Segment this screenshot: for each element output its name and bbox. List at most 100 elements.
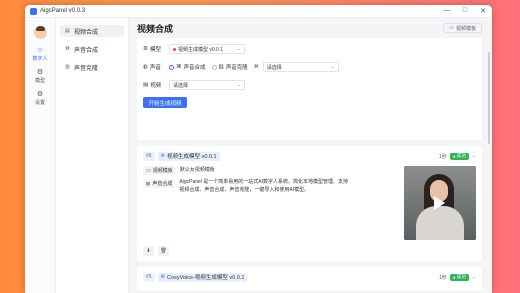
task-card: #6 ⚙ 视频生成模型 v0.0.1 1秒 ● 成功 ⌄ ▭ 视频模板 默认女视… [137,146,482,261]
template-icon: ▭ [449,25,454,31]
check-icon: ● [452,153,456,159]
video-select[interactable]: 请选择 ⌄ [169,80,245,90]
radio-unselected-icon [211,64,217,70]
task-id: #6 [143,151,155,161]
voice-clone-icon: ▥ [218,64,224,70]
template-info-row: ▭ 视频模板 默认女视频模板 [143,166,399,175]
voice-clone-icon: ▥ [65,64,70,70]
model-label: ⚙ 模型 [143,45,169,53]
main-content: 视频合成 ▭ 视频模板 ⚙ 模型 视频生成模型 v0.0.1 ⌄ ◍ 声音 ⌘ … [129,18,492,293]
delete-icon[interactable]: 🗑 [158,246,169,256]
nav-item-model[interactable]: ⚙ 模型 [25,69,55,84]
task-actions: ⬇ 🗑 [143,246,476,256]
window-controls: — □ ✕ [443,7,487,15]
scrollbar[interactable] [488,52,490,144]
video-label: ▤ 视频 [143,81,169,89]
voice-key: ◍ 声音合成 [143,179,176,188]
page-header: 视频合成 ▭ 视频模板 [137,18,482,38]
status-badge: ● 成功 [449,273,469,281]
task-header: #6 ⚙ 视频生成模型 v0.0.1 1秒 ● 成功 ⌄ [143,151,476,161]
template-icon: ▭ [146,167,151,174]
template-key-label: 视频模板 [152,168,173,174]
model-row: ⚙ 模型 视频生成模型 v0.0.1 ⌄ [143,43,476,55]
close-icon[interactable]: ✕ [479,7,487,15]
video-template-button[interactable]: ▭ 视频模板 [443,23,482,33]
app-title: AigcPanel v0.0.3 [40,8,86,14]
model-status-icon [173,47,176,51]
model-icon: ⚙ [36,69,44,76]
video-select-placeholder: 请选择 [173,82,189,89]
model-icon: ⚙ [143,46,148,52]
voice-option-clone-label: 声音克隆 [225,65,248,71]
voice-select-placeholder: 请选择 [266,64,282,71]
video-row: ▤ 视频 请选择 ⌄ [143,79,476,91]
app-logo-icon [30,7,37,15]
task-model-name: 视频生成模型 v0.0.1 [167,154,217,160]
sidebar-item-label: 声音克隆 [74,65,99,72]
model-select[interactable]: 视频生成模型 v0.0.1 ⌄ [169,44,245,54]
start-generate-button[interactable]: 开始生成视频 [143,97,187,108]
status-badge: ● 成功 [449,152,469,160]
task-id: #5 [143,272,155,282]
settings-icon: ⚙ [36,91,44,98]
template-key: ▭ 视频模板 [143,166,176,175]
play-icon[interactable] [434,196,445,210]
voice-synthesis-icon: ⌘ [65,46,70,52]
task-duration: 1秒 [439,274,447,281]
video-icon: ▤ [65,28,70,34]
sidebar-item-voice-synthesis[interactable]: ⌘ 声音合成 [60,43,124,55]
voice-info-row: ◍ 声音合成 AigcPanel 是一个简单易用的一站式AI数字人系统。简化本地… [143,179,399,194]
app-window: AigcPanel v0.0.3 — □ ✕ ☺ 数字人 ⚙ 模型 ⚙ 设置 ▤… [25,5,492,293]
digital-human-icon: ☺ [36,47,44,54]
task-body: ▭ 视频模板 默认女视频模板 ◍ 声音合成 AigcPanel 是一个简单易用的… [143,166,476,240]
voice-icon: ◍ [143,64,148,70]
task-model-name: CosyVoice-视频生成模型 v0.0.1 [167,275,245,281]
video-template-label: 视频模板 [455,25,476,32]
video-person-body [416,206,464,240]
left-nav: ☺ 数字人 ⚙ 模型 ⚙ 设置 [25,18,56,293]
voice-option-clone[interactable]: ▥ 声音克隆 [211,63,248,71]
task-meta: 1秒 ● 成功 ⌄ [439,273,476,281]
radio-selected-icon [169,64,174,70]
model-icon: ⚙ [160,153,166,159]
voice-row: ◍ 声音 ⌘ 声音合成 ▥ 声音克隆 ⌘ 请选择 ⌄ [143,61,476,73]
model-icon: ⚙ [160,274,166,280]
task-card: #5 ⚙ CosyVoice-视频生成模型 v0.0.1 1秒 ● 成功 ⌄ [137,267,482,291]
voice-option-synthesis[interactable]: ⌘ 声音合成 [169,63,206,71]
sidebar-item-label: 声音合成 [74,47,99,54]
sidebar-item-label: 视频合成 [74,29,99,36]
page-title: 视频合成 [137,23,174,34]
video-label-text: 视频 [150,83,162,89]
check-icon: ● [452,274,456,280]
voice-source-icon: ⌘ [253,64,259,70]
model-select-value: 视频生成模型 v0.0.1 [178,46,224,53]
chevron-down-icon: ⌄ [236,46,241,52]
task-duration: 1秒 [439,153,447,160]
nav-item-label: 数字人 [32,56,48,62]
status-label: 成功 [456,153,466,158]
download-icon[interactable]: ⬇ [143,246,154,256]
maximize-icon[interactable]: □ [461,7,469,15]
voice-label: ◍ 声音 [143,63,169,71]
nav-item-digital-human[interactable]: ☺ 数字人 [25,47,55,62]
voice-option-synthesis-label: 声音合成 [183,65,206,71]
video-preview[interactable] [404,166,476,240]
nav-item-settings[interactable]: ⚙ 设置 [25,91,55,106]
chevron-down-icon: ⌄ [236,82,241,88]
voice-key-label: 声音合成 [152,181,173,187]
task-model-tag: ⚙ CosyVoice-视频生成模型 v0.0.1 [157,272,248,282]
chevron-down-icon: ⌄ [330,64,335,70]
chevron-down-icon[interactable]: ⌄ [472,153,476,159]
nav-item-label: 模型 [34,78,45,84]
sidebar-item-voice-clone[interactable]: ▥ 声音克隆 [60,61,124,73]
task-header: #5 ⚙ CosyVoice-视频生成模型 v0.0.1 1秒 ● 成功 ⌄ [143,272,476,282]
voice-select[interactable]: 请选择 ⌄ [262,62,339,72]
synthesis-form: ⚙ 模型 视频生成模型 v0.0.1 ⌄ ◍ 声音 ⌘ 声音合成 ▥ 声音克隆 … [137,38,482,140]
task-meta: 1秒 ● 成功 ⌄ [439,152,476,160]
voice-label-text: 声音 [149,65,161,71]
sidebar-item-video-synthesis[interactable]: ▤ 视频合成 [60,25,124,37]
template-value: 默认女视频模板 [179,167,215,173]
avatar[interactable] [33,26,47,39]
chevron-down-icon[interactable]: ⌄ [472,274,476,280]
minimize-icon[interactable]: — [443,7,451,15]
